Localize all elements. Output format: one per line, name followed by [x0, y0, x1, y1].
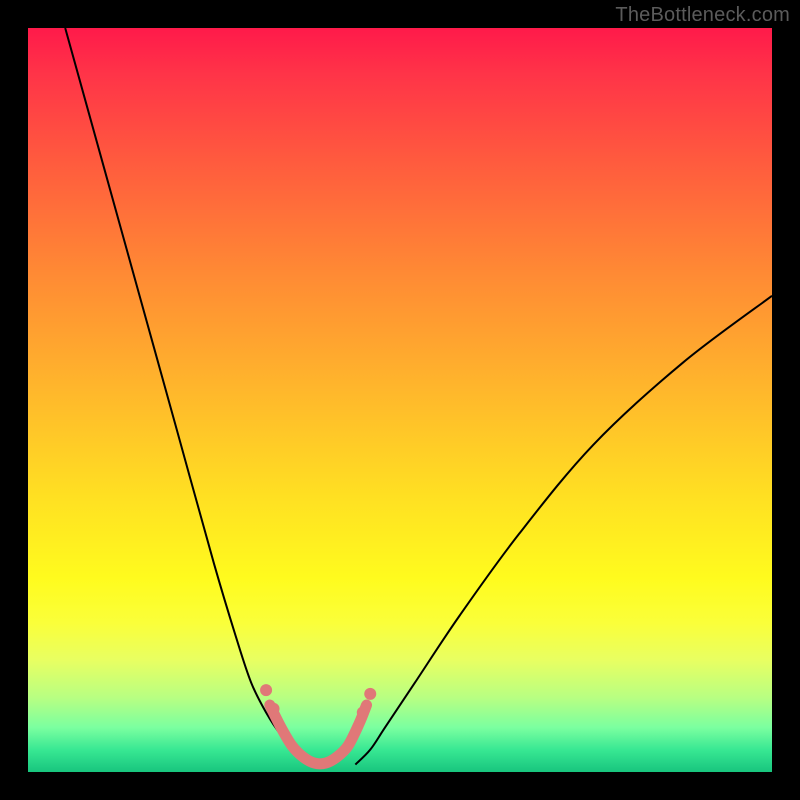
- plot-area: [28, 28, 772, 772]
- series-left-branch: [65, 28, 318, 765]
- series-right-branch: [355, 296, 772, 765]
- watermark-text: TheBottleneck.com: [615, 4, 790, 27]
- series-group: [65, 28, 772, 765]
- marker-left-upper-dot: [260, 684, 272, 696]
- marker-right-lower-dot: [357, 706, 369, 718]
- marker-left-lower-dot: [268, 703, 280, 715]
- chart-frame: TheBottleneck.com: [0, 0, 800, 800]
- chart-svg: [28, 28, 772, 772]
- marker-right-upper-dot: [364, 688, 376, 700]
- series-bottom-marker-trail: [270, 705, 367, 764]
